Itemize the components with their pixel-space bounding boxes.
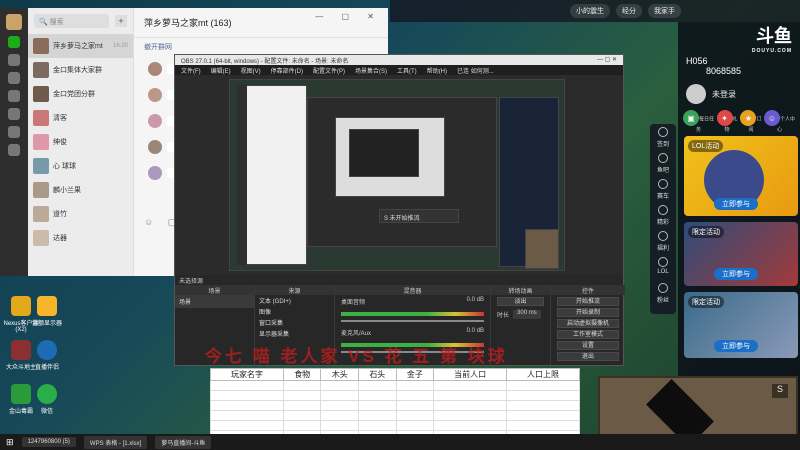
- menu-item[interactable]: 场景集合(S): [355, 66, 387, 75]
- menu-item[interactable]: 配置文件(P): [313, 66, 345, 75]
- transition-select[interactable]: 淡出: [497, 297, 544, 306]
- table-row: [210, 400, 580, 411]
- menu-item[interactable]: 工具(T): [397, 66, 417, 75]
- quick-item[interactable]: ✦ 礼物: [715, 110, 739, 133]
- obs-status: 未选择源: [179, 279, 204, 285]
- wechat-icon[interactable]: 微信: [28, 384, 66, 415]
- side-item[interactable]: 签到: [650, 124, 676, 150]
- obs-window: OBS 27.0.1 (64-bit, windows) - 配置文件: 未命名…: [174, 54, 625, 366]
- list-item[interactable]: 金口党团分群: [28, 82, 133, 106]
- volume-slider[interactable]: [341, 320, 484, 322]
- promo-card[interactable]: 限定活动 立即参与: [684, 292, 798, 358]
- list-item[interactable]: 萍乡萝马之家mt 16:20: [28, 34, 133, 58]
- column-header: 玩家名字: [210, 368, 284, 381]
- source-item[interactable]: 图像: [255, 306, 334, 317]
- windows-start-icon[interactable]: ⊞: [6, 437, 14, 448]
- quick-item[interactable]: ☺ 个人中心: [763, 110, 796, 133]
- quick-actions: ▣ 每日任务 ✦ 礼物 ★ 订阅 ☺ 个人中心: [678, 110, 800, 133]
- douyu-top-bar: 小的震生 经分 我家手: [390, 0, 800, 22]
- source-item[interactable]: 显示器采集: [255, 328, 334, 339]
- source-item[interactable]: 文本 (GDI+): [255, 295, 334, 306]
- scene-item[interactable]: 场景: [175, 295, 254, 308]
- obs-titlebar: OBS 27.0.1 (64-bit, windows) - 配置文件: 未命名…: [175, 55, 623, 65]
- quick-item[interactable]: ▣ 每日任务: [682, 110, 715, 133]
- moments-icon[interactable]: [8, 108, 20, 120]
- list-item[interactable]: 道竹: [28, 202, 133, 226]
- obs-menubar: 文件(F) 编辑(E) 视图(V) 停靠部件(D) 配置文件(P) 场景集合(S…: [175, 65, 623, 75]
- douyu-logo: 斗鱼 DOUYU.COM: [751, 26, 792, 54]
- desktop-icon[interactable]: 直播伴侣: [28, 340, 66, 371]
- menu-item[interactable]: 停靠部件(D): [271, 66, 303, 75]
- side-item[interactable]: 赛车: [650, 176, 676, 202]
- douyu-side-bar: 签到 鱼吧 赛车 精彩 福利 LOL 粉丝: [650, 124, 676, 314]
- files-icon[interactable]: [8, 90, 20, 102]
- column-header: 当前人口: [433, 368, 508, 381]
- contacts-icon[interactable]: [8, 54, 20, 66]
- column-header: 石头: [358, 368, 397, 381]
- column-header: 木头: [320, 368, 360, 381]
- taskbar-item[interactable]: 1247960800 (5): [21, 437, 76, 447]
- controls-panel: 控件 开始推流 开始录制 启动虚拟摄像机 工作室模式 设置 退出: [551, 285, 625, 365]
- settings-button[interactable]: 设置: [557, 341, 619, 350]
- list-item[interactable]: 麟小兰果: [28, 178, 133, 202]
- topbar-item[interactable]: 经分: [616, 4, 642, 18]
- menu-item[interactable]: 已连 如何测...: [457, 66, 494, 75]
- menu-item[interactable]: 文件(F): [181, 66, 201, 75]
- taskbar-item[interactable]: WPS 表格 - [1.xlsx]: [83, 435, 148, 449]
- list-item[interactable]: 心 球球: [28, 154, 133, 178]
- favorites-icon[interactable]: [8, 72, 20, 84]
- list-item[interactable]: 绅俊: [28, 130, 133, 154]
- menu-item[interactable]: 视图(V): [241, 66, 261, 75]
- promo-card[interactable]: LOL活动 立即参与: [684, 136, 798, 216]
- start-streaming-button[interactable]: 开始推流: [557, 297, 619, 306]
- taskbar: ⊞ 1247960800 (5) WPS 表格 - [1.xlsx] 萝马直播间…: [0, 434, 800, 450]
- side-item[interactable]: 鱼吧: [650, 150, 676, 176]
- window-controls[interactable]: — ▢ ✕: [315, 12, 382, 21]
- room-id: H056 8068585: [686, 56, 742, 76]
- table-row: [210, 380, 580, 391]
- list-item[interactable]: 金口集体大家群: [28, 58, 133, 82]
- table-row: [210, 390, 580, 401]
- column-header: 金子: [395, 368, 435, 381]
- side-item[interactable]: LOL: [650, 254, 676, 280]
- topbar-item[interactable]: 我家手: [648, 4, 681, 18]
- desktop-icon[interactable]: 金额显示器: [28, 296, 66, 327]
- chat-icon[interactable]: [8, 36, 20, 48]
- column-header: 食物: [282, 368, 322, 381]
- audio-meter: [341, 312, 484, 316]
- list-item[interactable]: 达器: [28, 226, 133, 250]
- settings-icon[interactable]: [8, 144, 20, 156]
- side-item[interactable]: 精彩: [650, 202, 676, 228]
- avatar[interactable]: [6, 14, 22, 30]
- obs-preview[interactable]: S 未开始推流: [229, 79, 565, 271]
- search-input[interactable]: 🔍 搜索: [34, 14, 109, 28]
- minimap-letter[interactable]: S: [772, 384, 788, 398]
- promo-card[interactable]: 限定活动 立即参与: [684, 222, 798, 286]
- start-recording-button[interactable]: 开始录制: [557, 308, 619, 317]
- side-item[interactable]: 粉丝: [650, 280, 676, 306]
- taskbar-item[interactable]: 萝马直播间-斗鱼: [155, 435, 212, 449]
- studio-mode-button[interactable]: 工作室模式: [557, 330, 619, 339]
- menu-item[interactable]: 帮助(H): [427, 66, 447, 75]
- mini-program-icon[interactable]: [8, 126, 20, 138]
- avatar[interactable]: [686, 84, 706, 104]
- column-header: 人口上限: [506, 368, 580, 381]
- stream-overlay-text: 今七 喵 老人家 VS 花 五 第 块球: [205, 347, 508, 366]
- table-row: [210, 410, 580, 421]
- table-row: [210, 420, 580, 431]
- conversation-list: 🔍 搜索 + 萍乡萝马之家mt 16:20 金口集体大家群 金口党团分群 清客 绅…: [28, 8, 134, 276]
- quick-item[interactable]: ★ 订阅: [739, 110, 763, 133]
- login-row[interactable]: 未登录: [678, 78, 800, 110]
- chat-sidebar-rail: [0, 8, 28, 276]
- virtual-camera-button[interactable]: 启动虚拟摄像机: [557, 319, 619, 328]
- list-item[interactable]: 清客: [28, 106, 133, 130]
- side-item[interactable]: 福利: [650, 228, 676, 254]
- duration-input[interactable]: 300 ms: [513, 310, 541, 319]
- exit-button[interactable]: 退出: [557, 352, 619, 361]
- topbar-item[interactable]: 小的震生: [570, 4, 610, 18]
- menu-item[interactable]: 编辑(E): [211, 66, 231, 75]
- add-button[interactable]: +: [115, 15, 127, 27]
- source-item[interactable]: 窗口采集: [255, 317, 334, 328]
